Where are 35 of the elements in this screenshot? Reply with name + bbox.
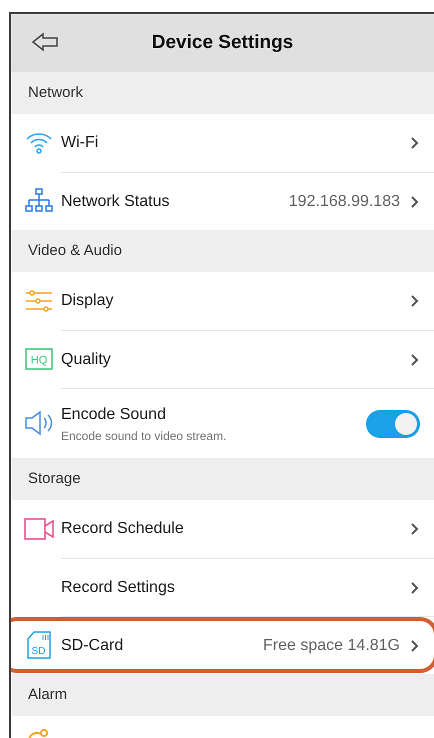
row-subtitle: Encode sound to video stream. [61,428,228,444]
chevron-right-icon [410,580,420,594]
row-label: Quality [61,350,112,370]
alarm-icon [27,728,51,738]
settings-row[interactable]: SD SD-Card Free space 14.81G [11,616,434,674]
chevron-right-icon [410,136,420,150]
row-label: Display [61,291,114,311]
page-title: Device Settings [152,30,294,55]
wifi-icon [25,131,53,155]
row-label: SD-Card [61,636,124,656]
section-header: Alarm [11,674,434,716]
row-value: 192.168.99.183 [288,192,400,212]
row-label: Record Settings [61,578,176,598]
row-value: Free space 14.81G [263,636,400,656]
chevron-right-icon [410,352,420,366]
row-label: Record Schedule [61,519,185,539]
quality-icon: HQ [25,348,53,370]
chevron-right-icon [410,638,420,652]
speaker-icon [24,409,54,437]
chevron-right-icon [410,194,420,208]
video-camera-icon [24,518,54,540]
toggle-switch[interactable] [366,410,420,438]
row-label: Wi-Fi [61,133,100,153]
back-button[interactable] [31,32,59,52]
chevron-right-icon [410,522,420,536]
back-arrow-icon [31,32,59,52]
chevron-right-icon [410,294,420,308]
row-label: Encode Sound [61,404,167,424]
section-header: Storage [11,458,434,500]
section-header: Video & Audio [11,230,434,272]
section-header: Network [11,72,434,114]
sd-card-icon: SD [26,631,52,659]
network-icon [25,187,53,215]
row-label: Network Status [61,192,170,212]
sliders-icon [25,290,53,312]
